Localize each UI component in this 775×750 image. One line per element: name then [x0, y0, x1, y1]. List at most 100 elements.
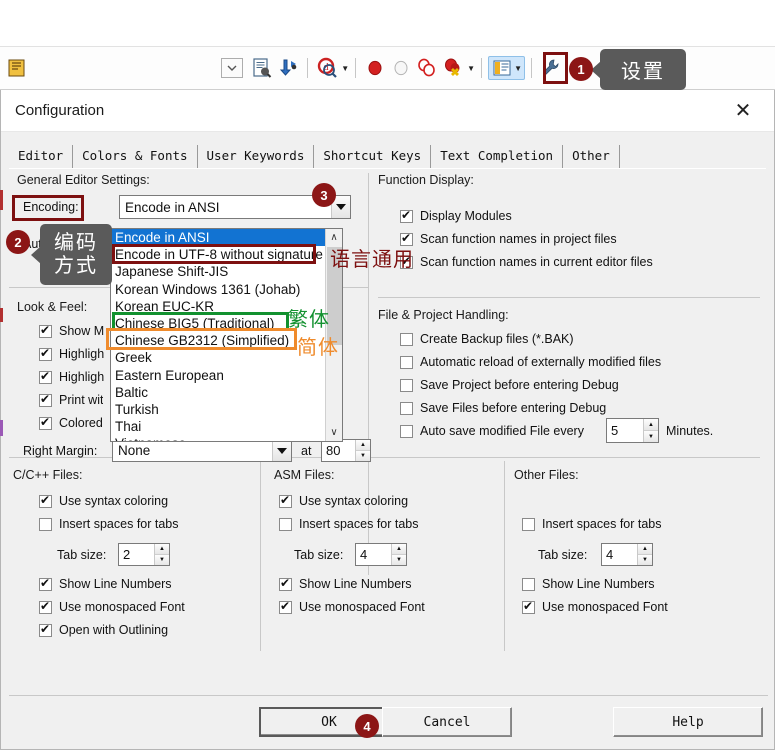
look-feel-item-1-label: Highligh [59, 347, 105, 361]
c-files-show-line-numbers[interactable]: Show Line Numbers [39, 576, 172, 591]
checkbox-icon[interactable] [39, 392, 52, 407]
checkbox-icon[interactable] [39, 599, 52, 614]
window-layout-button[interactable]: ▼ [488, 56, 525, 80]
look-feel-item-3[interactable]: Print wit [39, 392, 103, 407]
asm-files-syntax-coloring[interactable]: Use syntax coloring [279, 493, 408, 508]
checkbox-icon[interactable] [400, 401, 413, 415]
tab-colors-fonts[interactable]: Colors & Fonts [73, 145, 198, 168]
asm-files-monospaced[interactable]: Use monospaced Font [279, 599, 425, 614]
general-editor-settings-title: General Editor Settings: [17, 173, 150, 187]
other-files-tab-size-stepper[interactable]: 4 ▲ ▼ [601, 543, 653, 566]
encoding-option-3[interactable]: Korean Windows 1361 (Johab) [111, 281, 325, 298]
checkbox-icon[interactable] [39, 346, 52, 361]
encoding-combobox-value: Encode in ANSI [125, 199, 220, 215]
checkbox-icon[interactable] [39, 576, 52, 591]
c-files-tab-size-label: Tab size: [57, 548, 107, 562]
stepper-arrows[interactable]: ▲ ▼ [391, 544, 406, 565]
function-display-item-0[interactable]: Display Modules [400, 208, 512, 223]
checkbox-icon[interactable] [279, 493, 292, 508]
tab-text-completion[interactable]: Text Completion [431, 145, 564, 168]
checkbox-icon[interactable] [522, 599, 535, 614]
c-files-monospaced[interactable]: Use monospaced Font [39, 599, 185, 614]
checkbox-icon[interactable] [400, 332, 413, 346]
checkbox-icon[interactable] [39, 415, 52, 430]
tab-shortcut-keys[interactable]: Shortcut Keys [314, 145, 432, 168]
c-files-title: C/C++ Files: [13, 468, 83, 482]
checkbox-icon[interactable] [39, 517, 52, 531]
stepper-arrows[interactable]: ▲ ▼ [355, 440, 370, 461]
toolbar-combo-dropdown[interactable] [221, 58, 244, 78]
encoding-option-7[interactable]: Greek [111, 349, 325, 366]
checkbox-icon[interactable] [400, 378, 413, 392]
encoding-option-8[interactable]: Eastern European [111, 367, 325, 384]
tab-editor[interactable]: Editor [9, 145, 74, 168]
toolbar-separator [307, 58, 309, 78]
screenshot-root: d ▼ ✖ ▼ ▼ Configuration ✕ Editor Colors … [0, 0, 775, 750]
checkbox-icon[interactable] [400, 424, 413, 438]
close-icon[interactable]: ✕ [726, 101, 760, 121]
cancel-button[interactable]: Cancel [382, 707, 512, 737]
checkbox-icon[interactable] [279, 576, 292, 591]
look-feel-item-0[interactable]: Show M [39, 323, 104, 338]
debug-start-icon[interactable]: d [314, 55, 340, 81]
look-feel-item-4[interactable]: Colored [39, 415, 103, 430]
encoding-option-12[interactable]: Vietnamese [111, 435, 325, 441]
checkbox-icon[interactable] [279, 599, 292, 614]
look-feel-item-2[interactable]: Highligh [39, 369, 104, 384]
right-margin-at-stepper[interactable]: 80 ▲ ▼ [321, 439, 371, 462]
file-project-item-3[interactable]: Save Files before entering Debug [400, 401, 606, 415]
encoding-option-2[interactable]: Japanese Shift-JIS [111, 263, 325, 280]
other-files-monospaced[interactable]: Use monospaced Font [522, 599, 668, 614]
debug-start-dropdown-caret-icon[interactable]: ▼ [341, 64, 349, 73]
chevron-down-icon[interactable] [272, 440, 291, 461]
window-layout-dropdown-caret-icon[interactable]: ▼ [514, 64, 522, 73]
checkbox-icon[interactable] [39, 622, 52, 637]
tab-user-keywords[interactable]: User Keywords [197, 145, 315, 168]
asm-files-tab-size-stepper[interactable]: 4 ▲ ▼ [355, 543, 407, 566]
c-files-tab-size-stepper[interactable]: 2 ▲ ▼ [118, 543, 170, 566]
c-files-syntax-coloring[interactable]: Use syntax coloring [39, 493, 168, 508]
other-files-insert-spaces[interactable]: Insert spaces for tabs [522, 517, 662, 531]
right-margin-combobox[interactable]: None [112, 439, 292, 462]
autosave-minutes-stepper[interactable]: 5 ▲ ▼ [606, 418, 659, 443]
file-project-item-4[interactable]: Auto save modified File every [400, 424, 584, 438]
tab-other[interactable]: Other [563, 145, 620, 168]
file-project-item-2[interactable]: Save Project before entering Debug [400, 378, 619, 392]
function-display-item-1[interactable]: Scan function names in project files [400, 231, 617, 246]
file-project-item-1[interactable]: Automatic reload of externally modified … [400, 355, 661, 369]
breakpoint-toggle-icon[interactable] [414, 55, 440, 81]
other-files-show-line-numbers[interactable]: Show Line Numbers [522, 577, 655, 591]
breakpoint-insert-icon[interactable] [362, 55, 388, 81]
checkbox-icon[interactable] [400, 208, 413, 223]
checkbox-icon[interactable] [39, 369, 52, 384]
help-button[interactable]: Help [613, 707, 763, 737]
stepper-arrows[interactable]: ▲ ▼ [637, 544, 652, 565]
asm-files-insert-spaces-label: Insert spaces for tabs [299, 517, 419, 531]
c-files-insert-spaces[interactable]: Insert spaces for tabs [39, 517, 179, 531]
breakpoint-dropdown-caret-icon[interactable]: ▼ [467, 64, 475, 73]
file-project-item-0[interactable]: Create Backup files (*.BAK) [400, 332, 574, 346]
checkbox-icon[interactable] [400, 355, 413, 369]
asm-files-insert-spaces[interactable]: Insert spaces for tabs [279, 517, 419, 531]
breakpoint-kill-all-icon[interactable]: ✖ [440, 55, 466, 81]
autosave-minutes-value: 5 [611, 423, 619, 438]
encoding-option-9[interactable]: Baltic [111, 384, 325, 401]
checkbox-icon[interactable] [39, 493, 52, 508]
look-feel-item-1[interactable]: Highligh [39, 346, 105, 361]
stepper-arrows[interactable]: ▲ ▼ [643, 419, 658, 442]
breakpoint-disable-icon[interactable] [388, 55, 414, 81]
document-properties-icon[interactable] [249, 55, 275, 81]
asm-files-show-line-numbers[interactable]: Show Line Numbers [279, 576, 412, 591]
c-files-insert-spaces-label: Insert spaces for tabs [59, 517, 179, 531]
c-files-open-outlining[interactable]: Open with Outlining [39, 622, 168, 637]
encoding-option-10[interactable]: Turkish [111, 401, 325, 418]
checkbox-icon[interactable] [522, 577, 535, 591]
encoding-option-11[interactable]: Thai [111, 418, 325, 435]
function-display-item-2[interactable]: Scan function names in current editor fi… [400, 254, 653, 269]
bookmark-jump-icon[interactable] [275, 55, 301, 81]
checkbox-icon[interactable] [522, 517, 535, 531]
scroll-down-icon[interactable]: ∨ [326, 424, 342, 441]
checkbox-icon[interactable] [279, 517, 292, 531]
checkbox-icon[interactable] [39, 323, 52, 338]
stepper-arrows[interactable]: ▲ ▼ [154, 544, 169, 565]
